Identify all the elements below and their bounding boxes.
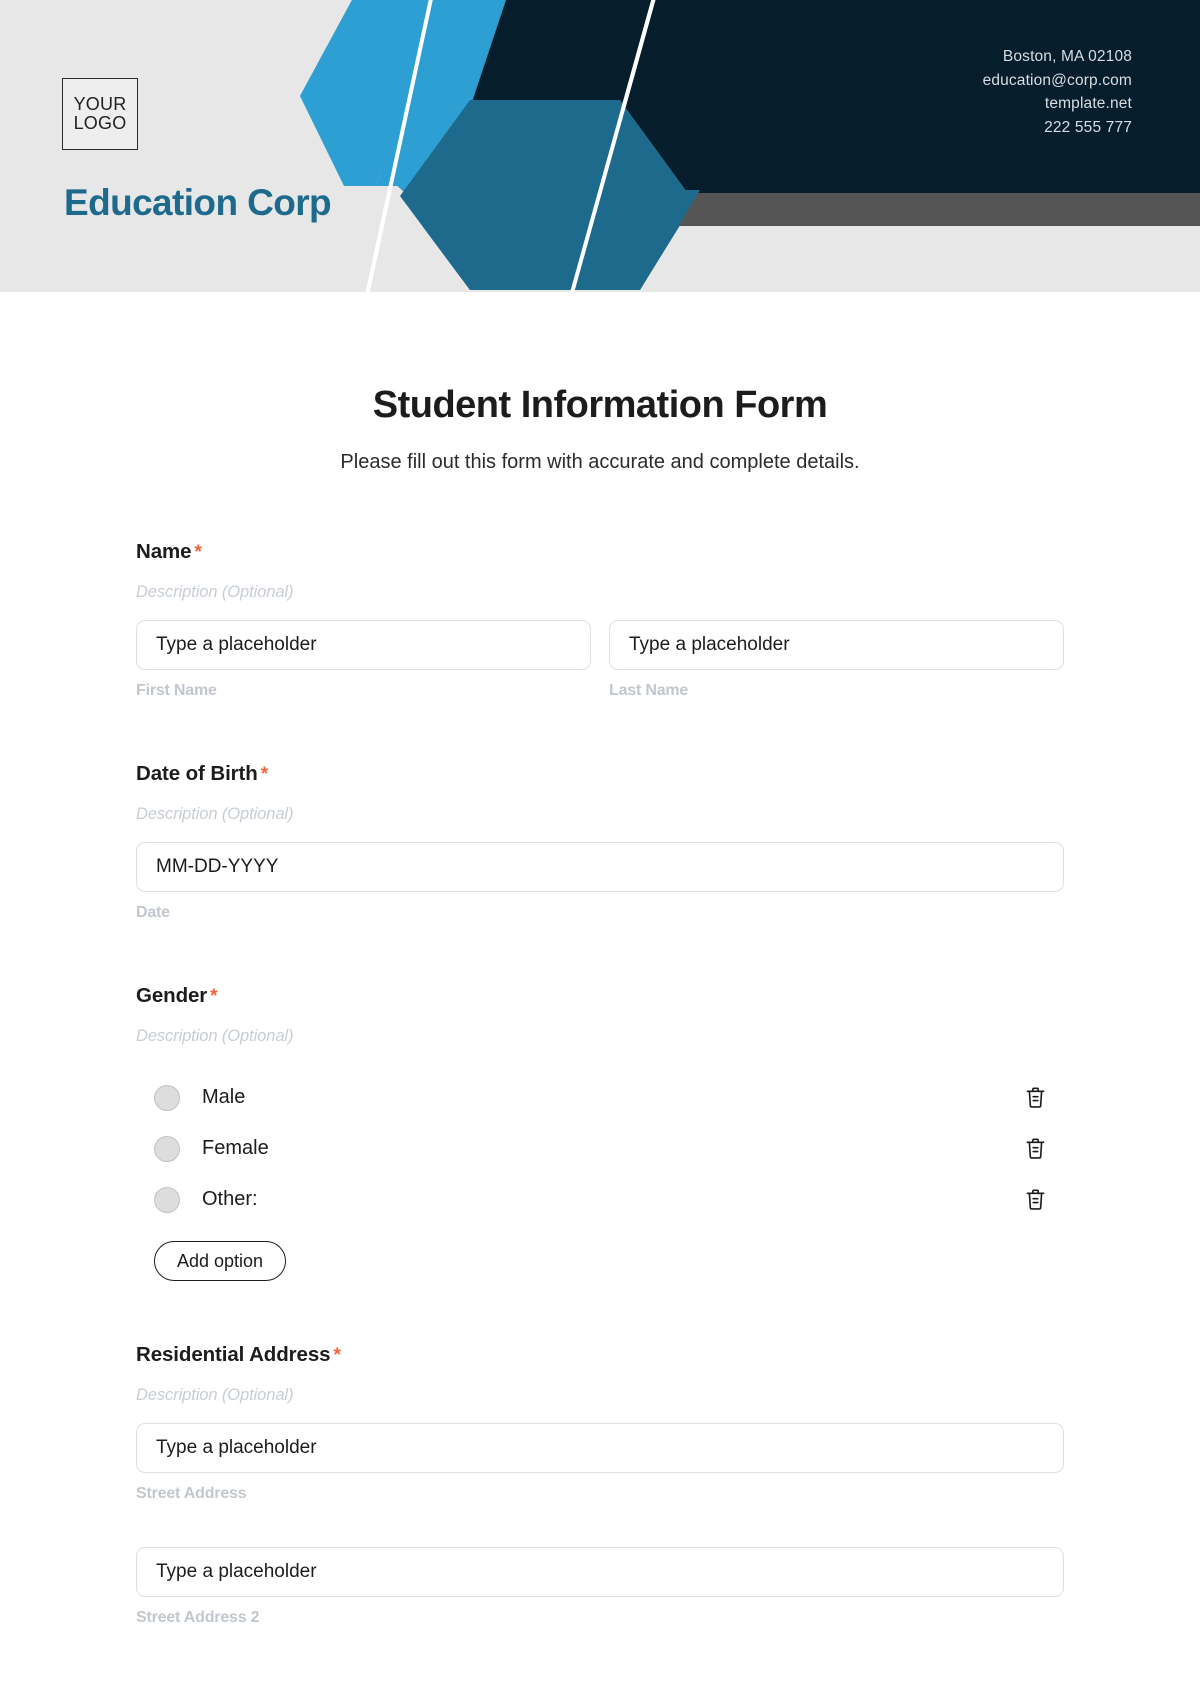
- field-label-residential-address: Residential Address *: [136, 1343, 1064, 1367]
- field-description-name: Description (Optional): [136, 583, 294, 601]
- field-description-date-of-birth: Description (Optional): [136, 805, 294, 823]
- form-body: Student Information Form Please fill out…: [0, 384, 1200, 1627]
- sub-label-street-address-2: Street Address 2: [136, 1609, 260, 1626]
- address-gap: [136, 1503, 1064, 1529]
- trash-icon[interactable]: [1020, 1185, 1050, 1215]
- contact-website: template.net: [1044, 95, 1132, 113]
- required-asterisk: *: [210, 986, 218, 1007]
- sub-label-first-name: First Name: [136, 682, 217, 699]
- gender-option-label: Male: [202, 1086, 246, 1108]
- gender-option-label: Female: [202, 1137, 269, 1159]
- trash-icon[interactable]: [1020, 1083, 1050, 1113]
- street-address-input[interactable]: Type a placeholder: [136, 1423, 1064, 1473]
- field-label-address-text: Residential Address: [136, 1343, 331, 1366]
- add-option-button[interactable]: Add option: [154, 1241, 287, 1281]
- street-address-2-input[interactable]: Type a placeholder: [136, 1547, 1064, 1597]
- logo-line-1: YOUR: [73, 93, 127, 114]
- gender-option-male[interactable]: Male: [136, 1072, 1064, 1123]
- required-asterisk: *: [260, 764, 268, 785]
- first-name-input[interactable]: Type a placeholder: [136, 620, 591, 670]
- field-description-residential-address: Description (Optional): [136, 1386, 294, 1404]
- field-label-gender: Gender *: [136, 984, 1064, 1008]
- logo-line-2: LOGO: [73, 113, 127, 133]
- page-subtitle: Please fill out this form with accurate …: [340, 451, 860, 473]
- contact-phone: 222 555 777: [1044, 118, 1132, 136]
- logo-placeholder: YOUR LOGO: [62, 78, 138, 150]
- header-decorative-graphic: [0, 0, 1200, 292]
- field-group-residential-address: Residential Address * Description (Option…: [136, 1343, 1064, 1627]
- name-inputs-row: Type a placeholder Type a placeholder: [136, 620, 1064, 670]
- dob-sub-labels: Date: [136, 904, 1064, 922]
- gender-option-other[interactable]: Other:: [136, 1174, 1064, 1225]
- dob-input-row: MM-DD-YYYY: [136, 842, 1064, 892]
- required-asterisk: *: [333, 1345, 341, 1366]
- contact-info: Boston, MA 02108 education@corp.com temp…: [983, 45, 1132, 139]
- field-label-date-of-birth: Date of Birth *: [136, 762, 1064, 786]
- last-name-input[interactable]: Type a placeholder: [609, 620, 1064, 670]
- field-label-name: Name *: [136, 540, 1064, 564]
- sub-label-street-address: Street Address: [136, 1485, 247, 1502]
- sub-label-last-name: Last Name: [609, 682, 689, 699]
- gender-option-label: Other:: [202, 1188, 258, 1210]
- sub-label-date: Date: [136, 904, 170, 921]
- field-label-gender-text: Gender: [136, 984, 208, 1007]
- page-header: YOUR LOGO Education Corp Boston, MA 0210…: [0, 0, 1200, 292]
- gender-option-female[interactable]: Female: [136, 1123, 1064, 1174]
- radio-button-icon[interactable]: [154, 1186, 180, 1213]
- radio-button-icon[interactable]: [154, 1084, 180, 1111]
- field-group-name: Name * Description (Optional) Type a plac…: [136, 540, 1064, 700]
- company-name: Education Corp: [64, 182, 332, 223]
- gender-option-list: Male Female Other: Add option: [136, 1072, 1064, 1281]
- radio-button-icon[interactable]: [154, 1135, 180, 1162]
- page-title: Student Information Form: [372, 384, 828, 426]
- field-label-name-text: Name: [136, 540, 192, 563]
- field-description-gender: Description (Optional): [136, 1027, 294, 1045]
- contact-address: Boston, MA 02108: [1002, 48, 1132, 65]
- street-address-2-block: Type a placeholder Street Address 2: [136, 1547, 1064, 1627]
- street-address-block: Type a placeholder Street Address: [136, 1423, 1064, 1503]
- contact-email: education@corp.com: [982, 71, 1132, 89]
- name-sub-labels: First Name Last Name: [136, 682, 1064, 700]
- field-label-dob-text: Date of Birth: [136, 762, 258, 785]
- trash-icon[interactable]: [1020, 1134, 1050, 1164]
- required-asterisk: *: [194, 542, 202, 563]
- field-group-date-of-birth: Date of Birth * Description (Optional) MM…: [136, 762, 1064, 922]
- field-group-gender: Gender * Description (Optional) Male Fem…: [136, 984, 1064, 1281]
- date-of-birth-input[interactable]: MM-DD-YYYY: [136, 842, 1064, 892]
